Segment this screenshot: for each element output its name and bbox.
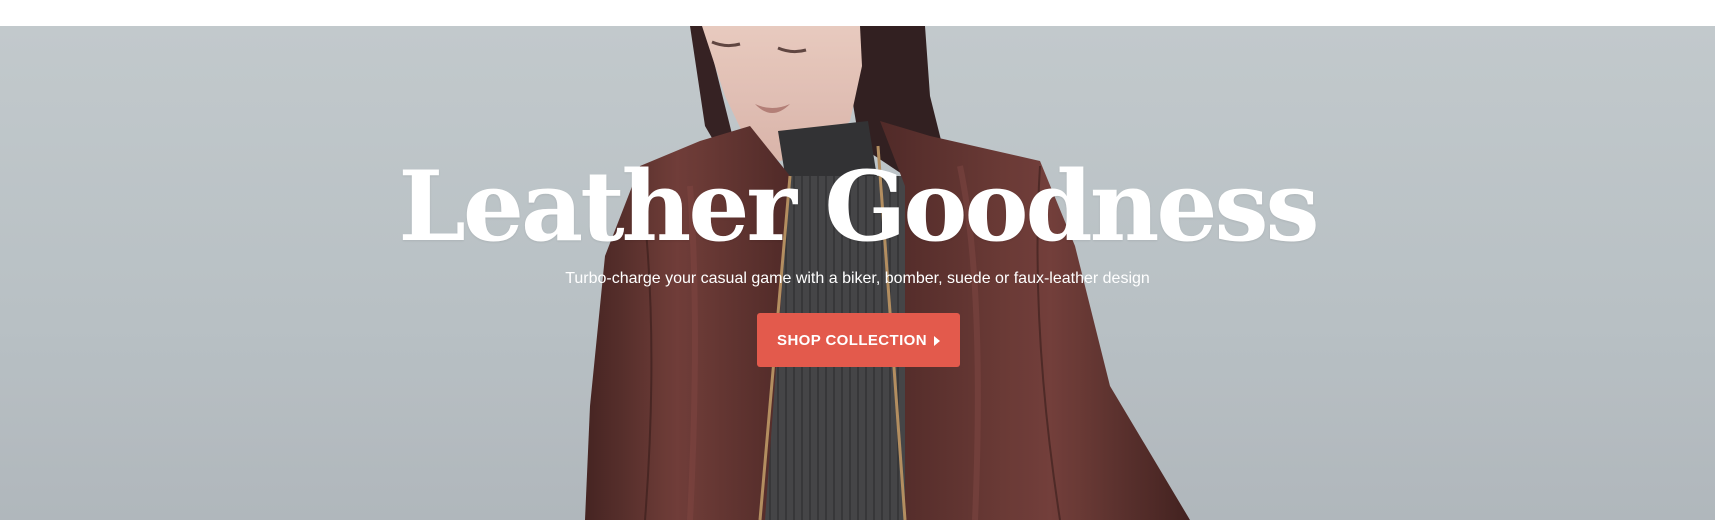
shop-collection-button[interactable]: SHOP COLLECTION: [757, 313, 960, 367]
shop-collection-label: SHOP COLLECTION: [777, 331, 927, 349]
hero-banner: Leather Goodness Turbo-charge your casua…: [0, 26, 1715, 520]
hero-title: Leather Goodness: [398, 150, 1319, 263]
top-bar: [0, 0, 1715, 26]
hero-content: Leather Goodness Turbo-charge your casua…: [0, 26, 1715, 520]
hero-subtitle: Turbo-charge your casual game with a bik…: [565, 270, 1150, 287]
caret-right-icon: [933, 335, 940, 346]
